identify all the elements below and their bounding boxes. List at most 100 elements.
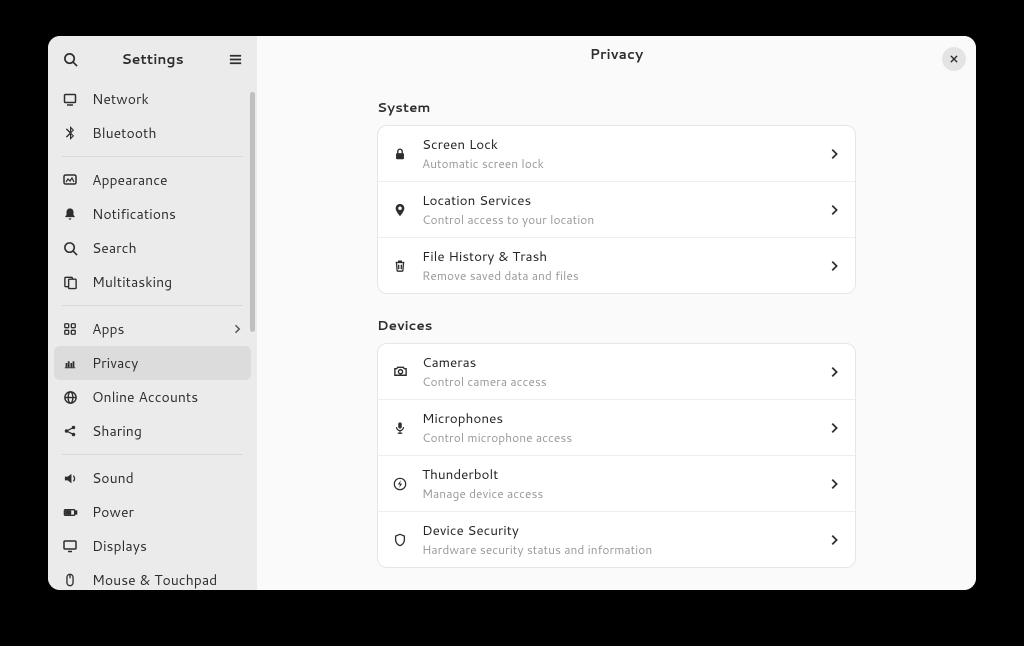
sidebar-item-mouse[interactable]: Mouse & Touchpad — [48, 563, 257, 590]
chevron-right-icon — [231, 323, 243, 335]
sidebar-item-label: Displays — [92, 536, 243, 556]
row-cameras[interactable]: Cameras Control camera access — [378, 344, 855, 399]
row-title: Location Services — [422, 191, 813, 210]
sidebar-item-appearance[interactable]: Appearance — [48, 163, 257, 197]
sidebar-item-label: Sound — [92, 468, 243, 488]
sidebar-item-sound[interactable]: Sound — [48, 461, 257, 495]
row-subtitle: Automatic screen lock — [422, 155, 813, 172]
sidebar-item-label: Sharing — [92, 421, 243, 441]
section-group-system: Screen Lock Automatic screen lock Locati… — [377, 125, 856, 294]
row-location[interactable]: Location Services Control access to your… — [378, 181, 855, 237]
row-texts: Cameras Control camera access — [422, 353, 813, 390]
appearance-icon — [62, 172, 78, 188]
sidebar-item-apps[interactable]: Apps — [48, 312, 257, 346]
location-icon — [392, 202, 408, 218]
sidebar-item-notifications[interactable]: Notifications — [48, 197, 257, 231]
chevron-right-icon — [827, 533, 841, 547]
power-icon — [62, 504, 78, 520]
sidebar-header: Settings — [48, 36, 257, 82]
sidebar-item-power[interactable]: Power — [48, 495, 257, 529]
chevron-right-icon — [827, 259, 841, 273]
privacy-icon — [62, 355, 78, 371]
close-icon — [949, 54, 959, 64]
hamburger-icon — [228, 52, 243, 67]
scrollbar-thumb[interactable] — [250, 92, 255, 332]
sidebar-item-label: Power — [92, 502, 243, 522]
sidebar-separator — [62, 454, 243, 455]
sidebar-item-displays[interactable]: Displays — [48, 529, 257, 563]
sidebar-item-search[interactable]: Search — [48, 231, 257, 265]
row-texts: Device Security Hardware security status… — [422, 521, 813, 558]
row-texts: Screen Lock Automatic screen lock — [422, 135, 813, 172]
section-heading-system: System — [377, 98, 856, 117]
row-microphones[interactable]: Microphones Control microphone access — [378, 399, 855, 455]
row-subtitle: Control access to your location — [422, 211, 813, 228]
row-screen-lock[interactable]: Screen Lock Automatic screen lock — [378, 126, 855, 181]
row-texts: Thunderbolt Manage device access — [422, 465, 813, 502]
sidebar-item-network[interactable]: Network — [48, 82, 257, 116]
online-accounts-icon — [62, 389, 78, 405]
multitasking-icon — [62, 274, 78, 290]
sidebar-item-sharing[interactable]: Sharing — [48, 414, 257, 448]
search-icon — [62, 240, 78, 256]
apps-icon — [62, 321, 78, 337]
content: System Screen Lock Automatic screen lock — [257, 72, 976, 590]
page-title: Privacy — [590, 44, 644, 64]
shield-icon — [392, 532, 408, 548]
row-title: File History & Trash — [422, 247, 813, 266]
row-title: Thunderbolt — [422, 465, 813, 484]
row-title: Screen Lock — [422, 135, 813, 154]
lock-icon — [392, 146, 408, 162]
chevron-right-icon — [827, 147, 841, 161]
close-button[interactable] — [942, 47, 966, 71]
settings-window: Settings Network Bluetooth Appearan — [48, 36, 976, 590]
sidebar-item-privacy[interactable]: Privacy — [54, 346, 251, 380]
sidebar-item-label: Mouse & Touchpad — [92, 570, 243, 590]
row-device-security[interactable]: Device Security Hardware security status… — [378, 511, 855, 567]
mouse-icon — [62, 572, 78, 588]
row-title: Cameras — [422, 353, 813, 372]
bluetooth-icon — [62, 125, 78, 141]
sidebar-scrollbar[interactable] — [247, 82, 257, 590]
sidebar-item-bluetooth[interactable]: Bluetooth — [48, 116, 257, 150]
row-texts: Microphones Control microphone access — [422, 409, 813, 446]
row-subtitle: Control microphone access — [422, 429, 813, 446]
sidebar-item-label: Appearance — [92, 170, 243, 190]
row-title: Microphones — [422, 409, 813, 428]
sidebar: Settings Network Bluetooth Appearan — [48, 36, 257, 590]
menu-button[interactable] — [223, 47, 247, 71]
sidebar-item-label: Apps — [92, 319, 217, 339]
sidebar-separator — [62, 156, 243, 157]
microphone-icon — [392, 420, 408, 436]
camera-icon — [392, 364, 408, 380]
row-thunderbolt[interactable]: Thunderbolt Manage device access — [378, 455, 855, 511]
chevron-right-icon — [827, 365, 841, 379]
sound-icon — [62, 470, 78, 486]
section-heading-devices: Devices — [377, 316, 856, 335]
network-icon — [62, 91, 78, 107]
displays-icon — [62, 538, 78, 554]
sidebar-item-label: Bluetooth — [92, 123, 243, 143]
sidebar-item-label: Privacy — [92, 353, 243, 373]
main-panel: Privacy System Screen Lock Automatic scr… — [257, 36, 976, 590]
main-header: Privacy — [257, 36, 976, 72]
sidebar-separator — [62, 305, 243, 306]
chevron-right-icon — [827, 477, 841, 491]
sidebar-title: Settings — [82, 49, 223, 69]
row-file-history[interactable]: File History & Trash Remove saved data a… — [378, 237, 855, 293]
sidebar-item-label: Multitasking — [92, 272, 243, 292]
chevron-right-icon — [827, 421, 841, 435]
row-texts: Location Services Control access to your… — [422, 191, 813, 228]
row-subtitle: Hardware security status and information — [422, 541, 813, 558]
row-texts: File History & Trash Remove saved data a… — [422, 247, 813, 284]
search-button[interactable] — [58, 47, 82, 71]
sidebar-item-online-accounts[interactable]: Online Accounts — [48, 380, 257, 414]
row-subtitle: Control camera access — [422, 373, 813, 390]
search-icon — [63, 52, 78, 67]
row-title: Device Security — [422, 521, 813, 540]
sharing-icon — [62, 423, 78, 439]
sidebar-item-multitasking[interactable]: Multitasking — [48, 265, 257, 299]
thunderbolt-icon — [392, 476, 408, 492]
section-group-devices: Cameras Control camera access Microphone… — [377, 343, 856, 568]
sidebar-item-label: Online Accounts — [92, 387, 243, 407]
